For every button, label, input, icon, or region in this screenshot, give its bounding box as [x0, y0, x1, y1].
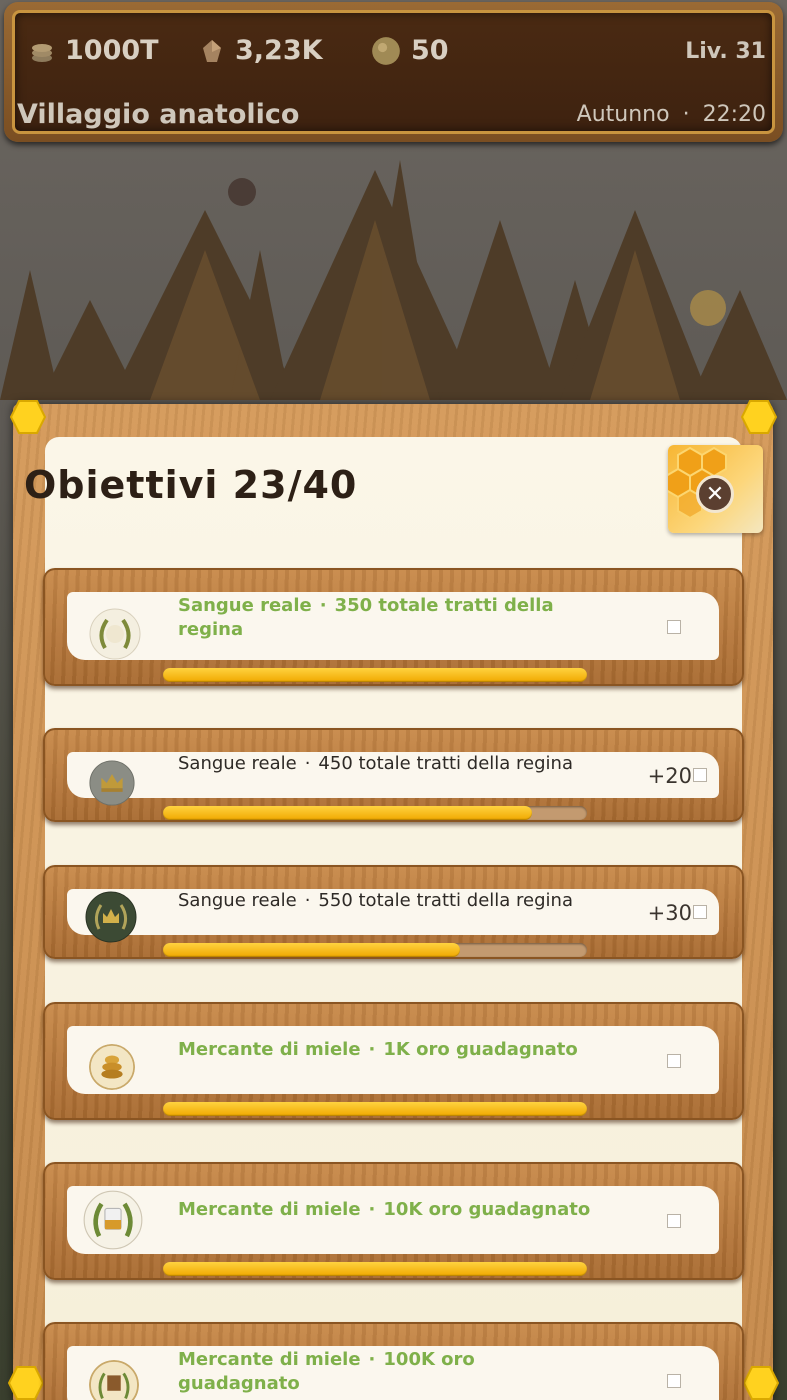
gold-amount: 1000T — [65, 35, 159, 66]
objective-text: Sangue reale · 550 totale tratti della reg… — [178, 889, 638, 913]
objective-goal: 450 totale tratti della regina — [318, 753, 573, 774]
objective-card[interactable]: Sangue reale · 550 totale tratti della reg… — [43, 865, 744, 959]
objective-category: Mercante di miele — [178, 1199, 361, 1220]
objective-card[interactable]: Sangue reale · 450 totale tratti della reg… — [43, 728, 744, 822]
pine-trees-illustration — [0, 160, 787, 400]
objective-text: Mercante di miele · 10K oro guadagnato — [178, 1198, 638, 1222]
objective-progress-bar — [163, 668, 587, 682]
objective-separator: · — [319, 595, 327, 616]
objective-text: Sangue reale · 450 totale tratti della reg… — [178, 752, 638, 776]
objective-separator: · — [368, 1199, 376, 1220]
beehive-coin-icon — [89, 1044, 135, 1090]
season-time: Autunno · 22:20 — [571, 102, 766, 127]
objective-checkbox[interactable] — [693, 905, 707, 919]
objective-progress-bar — [163, 1262, 587, 1276]
objective-checkbox[interactable] — [667, 1054, 681, 1068]
hud-inner-panel: 1000T 3,23K 50 Liv. 31 Villaggio anatoli… — [12, 10, 775, 134]
village-name: Villaggio anatolico — [17, 99, 300, 130]
objective-checkbox[interactable] — [667, 1214, 681, 1228]
objective-reward: +30 — [647, 901, 692, 925]
objective-category: Mercante di miele — [178, 1349, 361, 1370]
objective-category: Sangue reale — [178, 753, 297, 774]
corner-gem-icon — [8, 1366, 44, 1400]
objective-category: Sangue reale — [178, 595, 312, 616]
wax-amount: 3,23K — [235, 35, 323, 66]
time-separator: · — [682, 102, 690, 127]
objective-card-body: Mercante di miele · 1K oro guadagnato — [67, 1026, 719, 1094]
objective-text: Mercante di miele · 1K oro guadagnato — [178, 1038, 638, 1062]
wax-crystal-icon — [203, 39, 221, 62]
objective-category: Mercante di miele — [178, 1039, 361, 1060]
objective-checkbox[interactable] — [667, 620, 681, 634]
coin-stack-icon — [32, 43, 52, 62]
top-hud: 1000T 3,23K 50 Liv. 31 Villaggio anatoli… — [4, 2, 783, 142]
objective-card[interactable]: Mercante di miele · 100K oro guadagnato — [43, 1322, 744, 1400]
objective-goal: 10K oro guadagnato — [383, 1199, 591, 1220]
season-label: Autunno — [576, 102, 670, 127]
objective-checkbox[interactable] — [693, 768, 707, 782]
progress-fill — [163, 806, 532, 820]
objective-text: Mercante di miele · 100K oro guadagnato — [178, 1348, 598, 1396]
player-level[interactable]: Liv. 31 — [685, 39, 766, 64]
objective-progress-bar — [163, 943, 587, 957]
honey-jar-laurel-icon — [83, 1190, 143, 1250]
objective-card-body: Sangue reale · 550 totale tratti della reg… — [67, 889, 719, 943]
honey-orb-icon — [372, 36, 400, 65]
objective-card[interactable]: Mercante di miele · 1K oro guadagnato — [43, 1002, 744, 1120]
objective-progress-bar — [163, 806, 587, 820]
corner-gem-icon — [741, 400, 777, 434]
objective-reward: +20 — [647, 764, 692, 788]
progress-fill — [163, 668, 587, 682]
crown-medal-icon — [89, 760, 135, 806]
progress-fill — [163, 1262, 587, 1276]
objective-separator: · — [304, 890, 311, 911]
objective-goal: 1K oro guadagnato — [383, 1039, 578, 1060]
clock-time: 22:20 — [702, 102, 766, 127]
progress-fill — [163, 943, 460, 957]
close-icon[interactable]: ✕ — [696, 475, 734, 513]
progress-fill — [163, 1102, 587, 1116]
objective-card[interactable]: Sangue reale · 350 totale tratti della reg… — [43, 568, 744, 686]
honey-resource[interactable]: 50 — [371, 35, 449, 66]
objective-category: Sangue reale — [178, 890, 297, 911]
wax-resource[interactable]: 3,23K — [199, 35, 323, 66]
honey-crate-icon — [89, 1360, 139, 1400]
objective-card-body: Sangue reale · 450 totale tratti della reg… — [67, 752, 719, 806]
objective-progress-bar — [163, 1102, 587, 1116]
crown-laurel-medal-icon — [85, 891, 137, 943]
objective-card-body: Mercante di miele · 10K oro guadagnato — [67, 1186, 719, 1254]
objectives-title: Obiettivi 23/40 — [24, 463, 358, 507]
corner-gem-icon — [10, 400, 46, 434]
objective-separator: · — [368, 1039, 376, 1060]
honey-amount: 50 — [411, 35, 449, 66]
objective-card[interactable]: Mercante di miele · 10K oro guadagnato — [43, 1162, 744, 1280]
objective-goal: 550 totale tratti della regina — [318, 890, 573, 911]
close-button[interactable]: ✕ — [668, 445, 763, 533]
objective-separator: · — [368, 1349, 376, 1370]
objective-separator: · — [304, 753, 311, 774]
gold-resource[interactable]: 1000T — [29, 35, 159, 66]
objective-text: Sangue reale · 350 totale tratti della reg… — [178, 594, 598, 642]
objective-checkbox[interactable] — [667, 1374, 681, 1388]
corner-gem-icon — [743, 1366, 779, 1400]
objective-card-body: Sangue reale · 350 totale tratti della reg… — [67, 592, 719, 660]
objective-card-body: Mercante di miele · 100K oro guadagnato — [67, 1346, 719, 1400]
laurel-wreath-icon — [89, 608, 141, 660]
